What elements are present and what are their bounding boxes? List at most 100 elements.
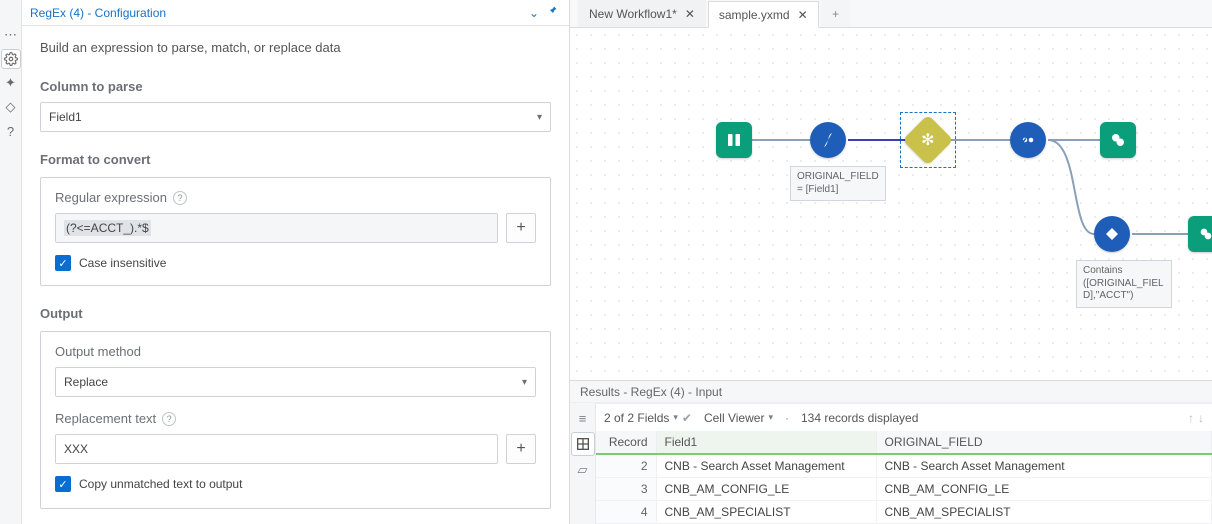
- anno-line: = [Field1]: [797, 184, 879, 197]
- results-title: Results - RegEx (4) - Input: [580, 385, 722, 399]
- case-insensitive-row[interactable]: ✓ Case insensitive: [55, 255, 536, 271]
- table-row[interactable]: 2CNB - Search Asset ManagementCNB - Sear…: [596, 454, 1212, 478]
- copy-unmatched-label: Copy unmatched text to output: [79, 477, 242, 491]
- regex-value: (?<=ACCT_).*$: [64, 220, 151, 236]
- help-icon[interactable]: ?: [2, 122, 20, 140]
- cell-original-field: CNB - Search Asset Management: [876, 454, 1212, 478]
- rail-overflow-icon[interactable]: ⋯: [2, 26, 20, 44]
- col-original-field[interactable]: ORIGINAL_FIELD: [876, 431, 1212, 454]
- cell-viewer-dropdown[interactable]: Cell Viewer ▾: [704, 411, 773, 425]
- replacement-label: Replacement text ?: [55, 411, 536, 426]
- browse-tool-node-2[interactable]: [1188, 216, 1212, 252]
- results-area: ≡ ▱ 2 of 2 Fields ▾ ✔ Cell Viewer ▾: [570, 402, 1212, 524]
- config-header: RegEx (4) - Configuration ⌄: [22, 0, 569, 26]
- column-to-parse-label: Column to parse: [40, 79, 551, 94]
- config-panel: RegEx (4) - Configuration ⌄ Build an exp…: [22, 0, 570, 524]
- browse-tool-node[interactable]: [1100, 122, 1136, 158]
- cell-record: 4: [596, 501, 656, 524]
- pin-icon[interactable]: [543, 5, 561, 20]
- workspace: New Workflow1* ✕ sample.yxmd ✕ + ORIGINA…: [570, 0, 1212, 524]
- output-fieldset: Output method Replace ▾ Replacement text…: [40, 331, 551, 509]
- help-icon[interactable]: ?: [162, 412, 176, 426]
- tab-new-workflow[interactable]: New Workflow1* ✕: [578, 0, 706, 27]
- format-to-convert-label: Format to convert: [40, 152, 551, 167]
- check-icon: ✔: [682, 411, 692, 425]
- filter-tool-node[interactable]: [1094, 216, 1130, 252]
- tab-sample[interactable]: sample.yxmd ✕: [708, 1, 819, 28]
- results-rail: ≡ ▱: [570, 403, 596, 524]
- cell-field1: CNB_AM_CONFIG_LE: [656, 478, 876, 501]
- cell-field1: CNB_AM_SPECIALIST: [656, 501, 876, 524]
- chevron-down-icon: ▾: [673, 412, 678, 423]
- close-icon[interactable]: ✕: [685, 7, 695, 21]
- col-field1[interactable]: Field1: [656, 431, 876, 454]
- case-label: Case insensitive: [79, 256, 166, 270]
- output-method-select[interactable]: Replace ▾: [55, 367, 536, 397]
- results-view-map-icon[interactable]: ▱: [572, 459, 594, 481]
- format-fieldset: Regular expression ? (?<=ACCT_).*$ + ✓ C…: [40, 177, 551, 286]
- annotation-original-field: ORIGINAL_FIELD = [Field1]: [790, 166, 886, 201]
- records-summary: 134 records displayed: [801, 411, 918, 425]
- lead-text: Build an expression to parse, match, or …: [40, 40, 551, 55]
- results-header: Results - RegEx (4) - Input: [570, 380, 1212, 402]
- arrow-down-icon[interactable]: ↓: [1198, 411, 1204, 425]
- anno-line: D],"ACCT"): [1083, 290, 1165, 303]
- select-tool-node[interactable]: [1010, 122, 1046, 158]
- replacement-label-text: Replacement text: [55, 411, 156, 426]
- workflow-tabs: New Workflow1* ✕ sample.yxmd ✕ +: [570, 0, 1212, 28]
- sparkle-icon[interactable]: ✦: [2, 74, 20, 92]
- left-sidebar-rail: ⋯ ✦ ◇ ?: [0, 0, 22, 524]
- regex-label: Regular expression ?: [55, 190, 536, 205]
- output-method-value: Replace: [64, 375, 108, 389]
- table-row[interactable]: 3CNB_AM_CONFIG_LECNB_AM_CONFIG_LE: [596, 478, 1212, 501]
- tab-label: sample.yxmd: [719, 8, 790, 22]
- cell-original-field: CNB_AM_SPECIALIST: [876, 501, 1212, 524]
- table-row[interactable]: 4CNB_AM_SPECIALISTCNB_AM_SPECIALIST: [596, 501, 1212, 524]
- replacement-input[interactable]: XXX: [55, 434, 498, 464]
- annotation-contains: Contains ([ORIGINAL_FIEL D],"ACCT"): [1076, 260, 1172, 308]
- formula-tool-node[interactable]: [810, 122, 846, 158]
- config-body: Build an expression to parse, match, or …: [22, 26, 569, 521]
- output-section-label: Output: [40, 306, 551, 321]
- anno-line: Contains: [1083, 265, 1165, 278]
- results-toolbar: 2 of 2 Fields ▾ ✔ Cell Viewer ▾ · 134 re…: [596, 403, 1212, 431]
- column-to-parse-select[interactable]: Field1 ▾: [40, 102, 551, 132]
- checkbox-checked-icon: ✓: [55, 255, 71, 271]
- close-icon[interactable]: ✕: [798, 8, 808, 22]
- column-to-parse-value: Field1: [49, 110, 82, 124]
- input-tool-node[interactable]: [716, 122, 752, 158]
- regex-label-text: Regular expression: [55, 190, 167, 205]
- divider: ·: [785, 411, 789, 425]
- chevron-down-icon: ▾: [768, 412, 773, 423]
- nav-arrows[interactable]: ↑ ↓: [1188, 411, 1204, 425]
- cell-record: 3: [596, 478, 656, 501]
- col-record[interactable]: Record: [596, 431, 656, 454]
- cell-field1: CNB - Search Asset Management: [656, 454, 876, 478]
- chevron-down-icon[interactable]: ⌄: [525, 6, 543, 20]
- regex-input[interactable]: (?<=ACCT_).*$: [55, 213, 498, 243]
- arrow-up-icon[interactable]: ↑: [1188, 411, 1194, 425]
- chevron-down-icon: ▾: [522, 377, 527, 388]
- tab-label: New Workflow1*: [589, 7, 677, 21]
- gear-icon[interactable]: [2, 50, 20, 68]
- results-table-area: 2 of 2 Fields ▾ ✔ Cell Viewer ▾ · 134 re…: [596, 403, 1212, 524]
- add-replacement-button[interactable]: +: [506, 434, 536, 464]
- output-method-label: Output method: [55, 344, 536, 359]
- fields-summary[interactable]: 2 of 2 Fields ▾ ✔: [604, 411, 692, 425]
- checkbox-checked-icon: ✓: [55, 476, 71, 492]
- anno-line: ORIGINAL_FIELD: [797, 171, 879, 184]
- results-view-grid-icon[interactable]: [572, 433, 594, 455]
- cell-original-field: CNB_AM_CONFIG_LE: [876, 478, 1212, 501]
- chevron-down-icon: ▾: [537, 112, 542, 123]
- copy-unmatched-row[interactable]: ✓ Copy unmatched text to output: [55, 476, 536, 492]
- tag-icon[interactable]: ◇: [2, 98, 20, 116]
- config-title: RegEx (4) - Configuration: [30, 6, 166, 20]
- tab-add-button[interactable]: +: [821, 0, 851, 27]
- results-table[interactable]: Record Field1 ORIGINAL_FIELD 2CNB - Sear…: [596, 431, 1212, 524]
- cell-record: 2: [596, 454, 656, 478]
- results-view-list-icon[interactable]: ≡: [572, 407, 594, 429]
- add-regex-button[interactable]: +: [506, 213, 536, 243]
- canvas[interactable]: ORIGINAL_FIELD = [Field1] ✻ Contains ([O…: [570, 28, 1212, 380]
- help-icon[interactable]: ?: [173, 191, 187, 205]
- anno-line: ([ORIGINAL_FIEL: [1083, 278, 1165, 291]
